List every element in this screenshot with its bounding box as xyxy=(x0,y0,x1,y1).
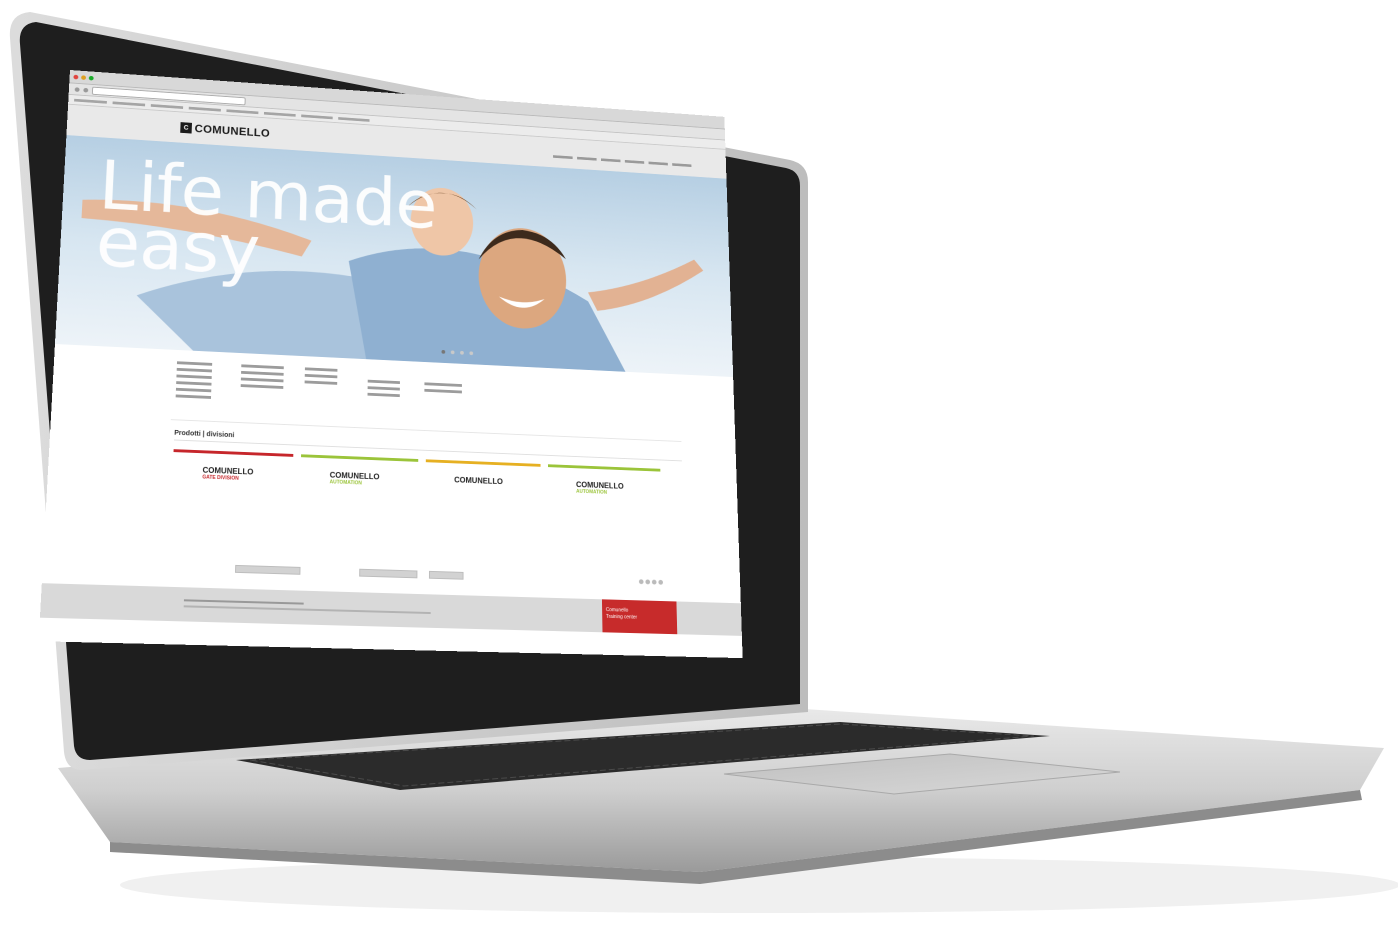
menu-link[interactable] xyxy=(176,367,212,373)
menu-link[interactable] xyxy=(367,379,400,385)
menu-link[interactable] xyxy=(304,380,338,385)
bookmark-item[interactable] xyxy=(188,106,221,112)
top-nav-item[interactable] xyxy=(577,156,597,161)
division-brand: COMUNELLO GATE DIVISION xyxy=(202,465,254,482)
back-icon[interactable] xyxy=(74,86,80,92)
logo-mark: C xyxy=(180,122,192,134)
division-bar xyxy=(425,459,541,467)
footer-text-line xyxy=(183,599,304,605)
training-line2: Training center xyxy=(605,613,638,621)
menu-link[interactable] xyxy=(176,381,212,386)
forward-icon[interactable] xyxy=(83,87,89,93)
bookmark-item[interactable] xyxy=(301,114,333,119)
bookmark-item[interactable] xyxy=(226,108,259,114)
logo-text: COMUNELLO xyxy=(194,122,271,140)
menu-link[interactable] xyxy=(241,364,284,370)
products-title: Prodotti | divisioni xyxy=(174,429,235,440)
social-icon[interactable] xyxy=(651,579,657,585)
division-card-gate[interactable]: COMUNELLO GATE DIVISION xyxy=(172,449,294,484)
menu-link[interactable] xyxy=(367,392,400,398)
menu-link[interactable] xyxy=(176,374,212,380)
menu-link[interactable] xyxy=(240,384,284,389)
bookmark-item[interactable] xyxy=(150,103,184,109)
division-card-automation[interactable]: COMUNELLO AUTOMATION xyxy=(300,454,419,488)
close-window-icon[interactable] xyxy=(73,74,79,80)
division-card-yellow[interactable]: COMUNELLO xyxy=(425,459,541,493)
top-nav-item[interactable] xyxy=(672,163,692,168)
social-icon[interactable] xyxy=(658,579,664,585)
menu-column xyxy=(304,367,338,388)
menu-link[interactable] xyxy=(424,382,462,387)
slider-dot[interactable] xyxy=(441,349,446,354)
site-logo[interactable]: C COMUNELLO xyxy=(180,121,271,140)
social-icon[interactable] xyxy=(645,579,651,585)
menu-link[interactable] xyxy=(240,377,284,383)
language-select[interactable] xyxy=(359,568,418,579)
social-icons xyxy=(638,579,664,585)
country-select[interactable] xyxy=(234,564,301,575)
menu-link[interactable] xyxy=(175,387,212,393)
minimize-window-icon[interactable] xyxy=(81,74,87,80)
menu-column xyxy=(424,382,462,397)
go-button[interactable] xyxy=(428,570,464,580)
division-brand: COMUNELLO xyxy=(454,475,503,487)
bookmark-item[interactable] xyxy=(112,100,146,106)
menu-link[interactable] xyxy=(176,361,213,366)
menu-column xyxy=(367,379,400,401)
bookmark-item[interactable] xyxy=(263,111,296,117)
top-nav-item[interactable] xyxy=(648,161,668,166)
bookmark-item[interactable] xyxy=(338,116,370,122)
menu-link[interactable] xyxy=(424,388,462,394)
top-nav xyxy=(553,155,692,168)
zoom-window-icon[interactable] xyxy=(88,75,94,81)
slider-dot[interactable] xyxy=(469,351,474,356)
top-nav-item[interactable] xyxy=(624,159,645,164)
training-center-button[interactable]: Comunello Training center xyxy=(601,599,678,635)
division-bar xyxy=(301,454,419,462)
division-card-automation-2[interactable]: COMUNELLO AUTOMATION xyxy=(547,464,661,497)
top-nav-item[interactable] xyxy=(553,155,573,160)
menu-link[interactable] xyxy=(175,394,212,399)
website-screen: C COMUNELLO Life made easy Prodotti | di… xyxy=(38,70,743,659)
division-bar xyxy=(173,449,294,457)
menu-column xyxy=(240,364,284,392)
footer-text-line xyxy=(183,605,431,615)
menu-link[interactable] xyxy=(304,373,338,379)
menu-column xyxy=(175,361,213,402)
menu-link[interactable] xyxy=(304,367,338,372)
menu-link[interactable] xyxy=(241,370,284,376)
division-brand: COMUNELLO AUTOMATION xyxy=(329,470,380,487)
menu-link[interactable] xyxy=(367,386,400,391)
slider-dot[interactable] xyxy=(460,350,464,355)
slider-dot[interactable] xyxy=(450,350,455,355)
bookmark-item[interactable] xyxy=(74,98,107,104)
division-bar xyxy=(547,464,661,472)
hero-headline: Life made easy xyxy=(94,146,437,290)
top-nav-item[interactable] xyxy=(600,158,621,163)
division-brand: COMUNELLO AUTOMATION xyxy=(575,480,624,496)
social-icon[interactable] xyxy=(638,579,644,585)
